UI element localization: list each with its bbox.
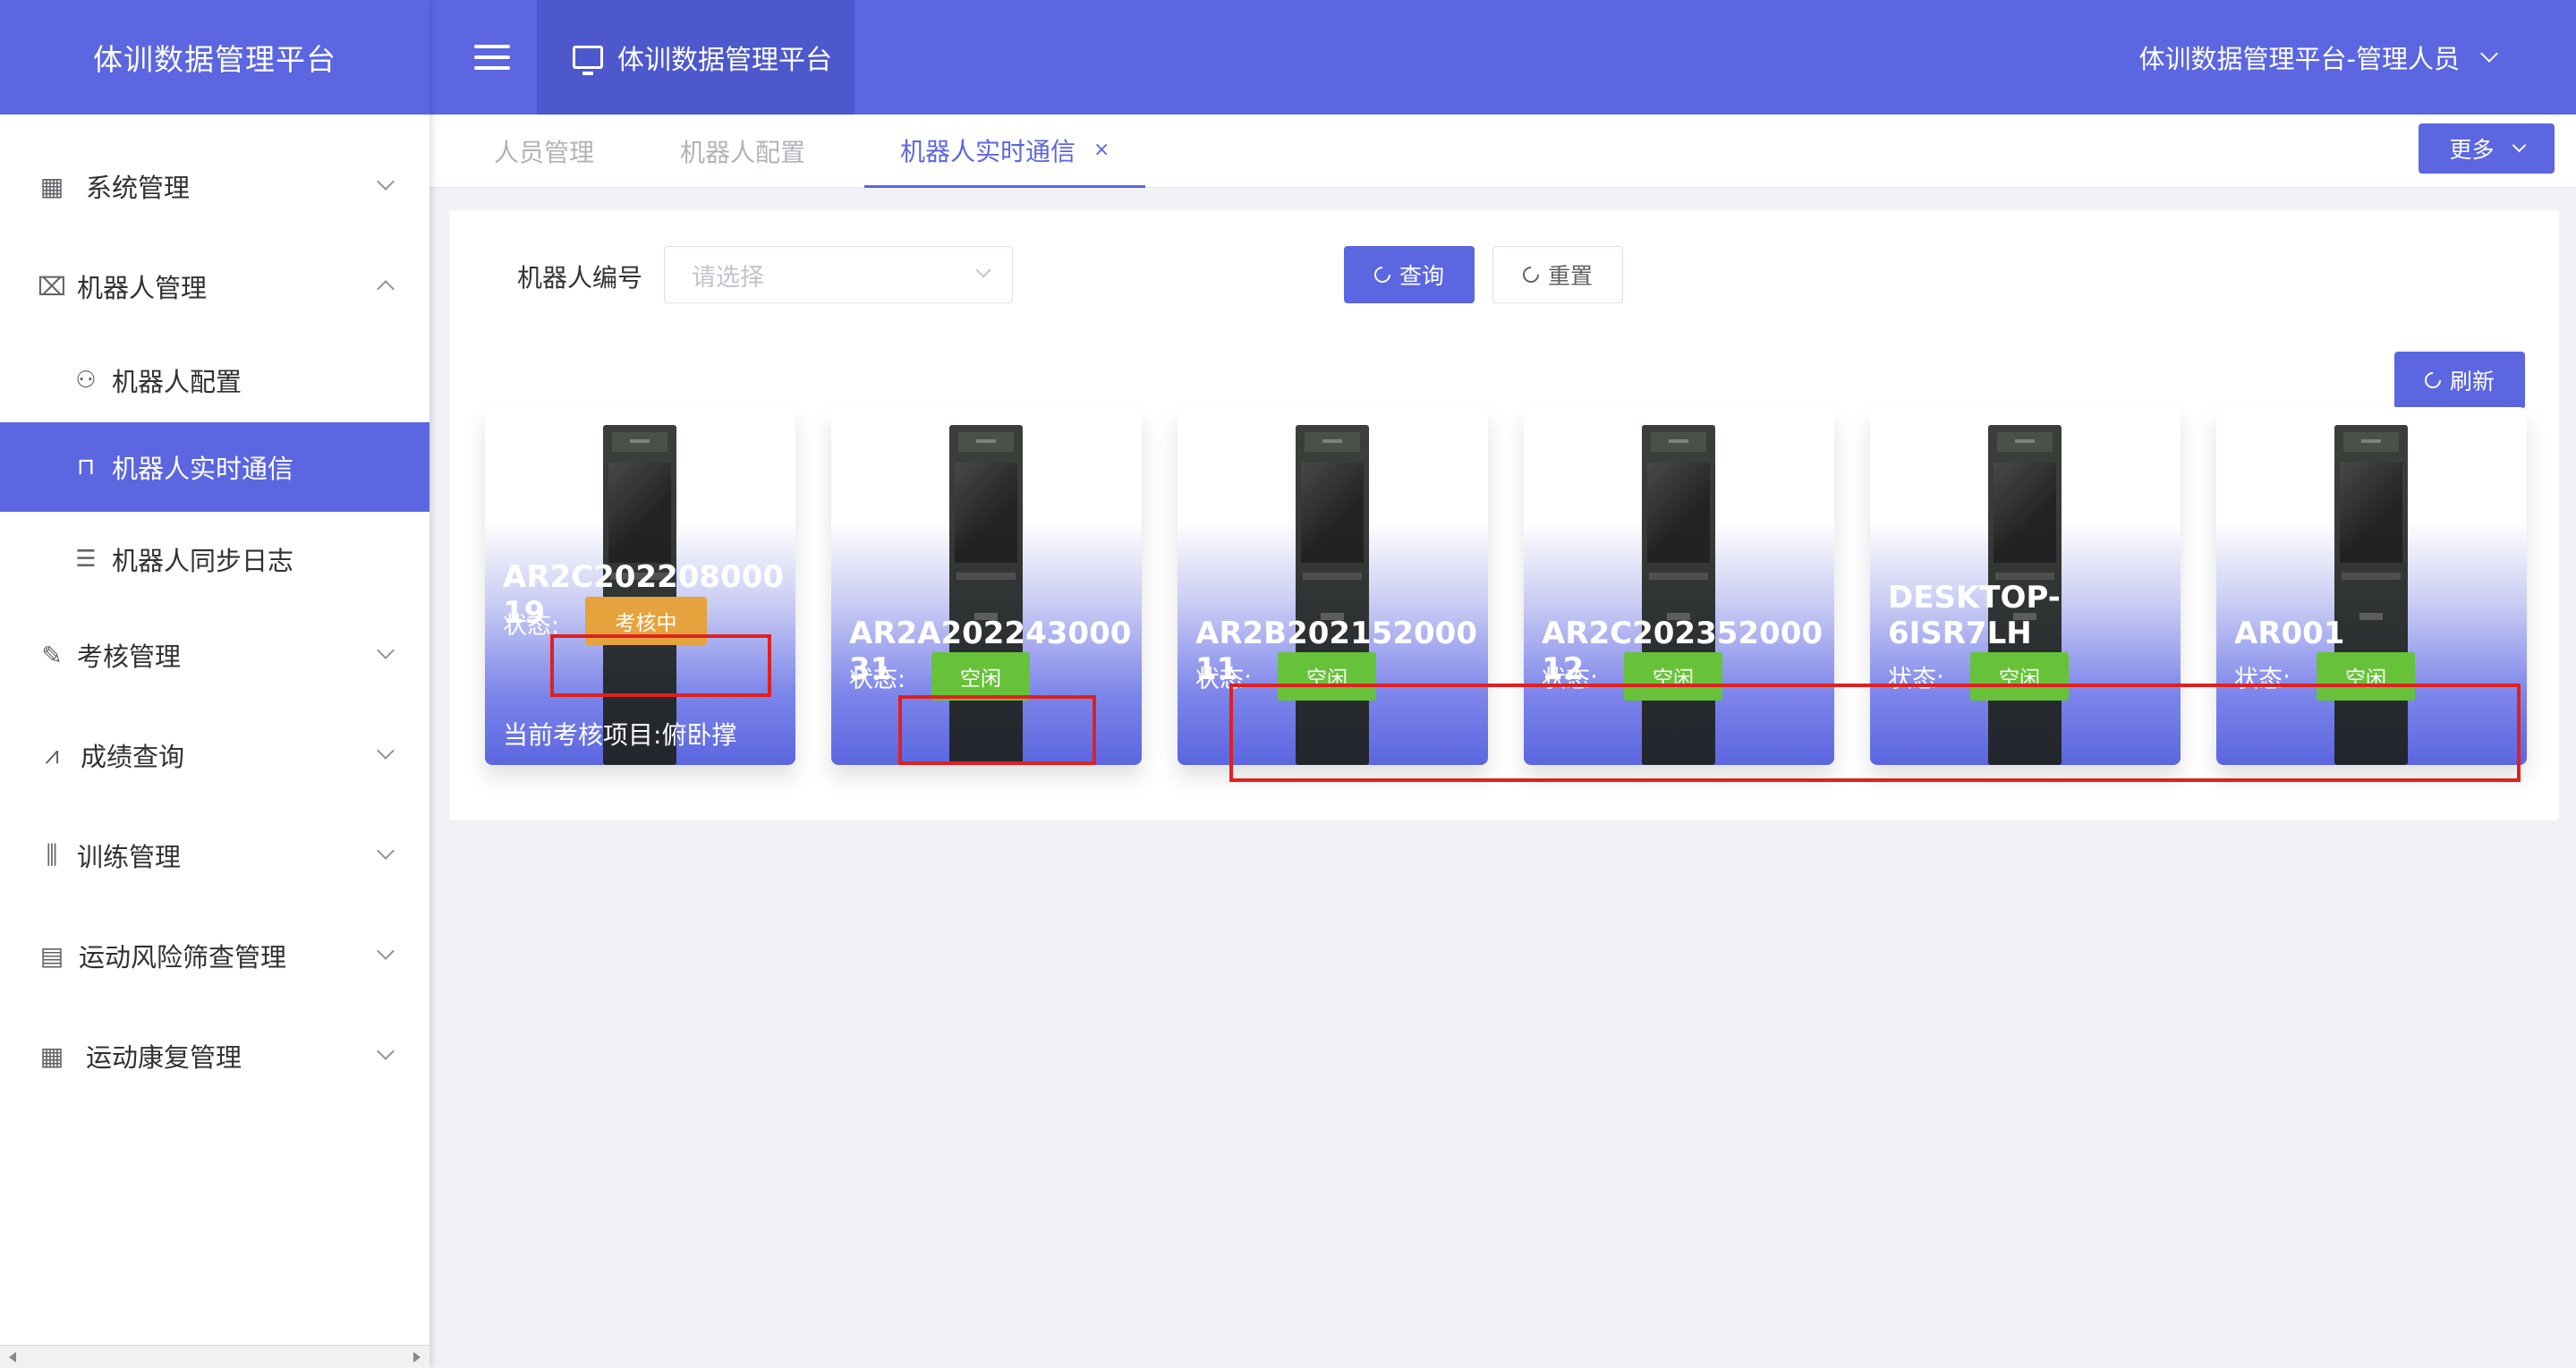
sidebar-item-label: 训练管理 — [77, 842, 182, 872]
tab-label: 机器人配置 — [680, 138, 806, 167]
annotation-box — [898, 695, 1096, 765]
robot-id-label: 机器人编号 — [517, 263, 643, 293]
tab-label: 机器人实时通信 — [900, 136, 1076, 166]
menu-toggle-icon[interactable] — [474, 45, 510, 72]
refresh-button[interactable]: 刷新 — [2394, 352, 2525, 409]
sidebar-item-robot-config[interactable]: ⚇ 机器人配置 — [0, 336, 429, 425]
tab-label: 人员管理 — [494, 138, 595, 167]
sidebar-item-robot-realtime[interactable]: ⊓ 机器人实时通信 — [0, 422, 429, 512]
user-menu[interactable]: 体训数据管理平台-管理人员 — [2138, 0, 2498, 115]
current-assessment: 当前考核项目:俯卧撑 — [503, 716, 736, 752]
sidebar-item-label: 机器人管理 — [77, 273, 208, 303]
chevron-down-icon — [2480, 45, 2498, 63]
header-platform-tab[interactable]: 体训数据管理平台 — [537, 0, 854, 115]
horizontal-scrollbar[interactable] — [0, 1345, 429, 1368]
chevron-down-icon — [2512, 138, 2526, 152]
user-label: 体训数据管理平台-管理人员 — [2138, 44, 2460, 74]
refresh-label: 刷新 — [2449, 369, 2495, 395]
reset-label: 重置 — [1547, 263, 1593, 289]
chevron-up-icon — [377, 280, 395, 298]
robot-card[interactable]: AR2C20220800019 状态: 考核中 当前考核项目:俯卧撑 — [485, 407, 795, 765]
sidebar-item-assessment[interactable]: ✎ 考核管理 — [0, 610, 429, 700]
sidebar-item-label: 成绩查询 — [81, 742, 185, 772]
query-label: 查询 — [1399, 263, 1444, 289]
chevron-down-icon — [377, 842, 395, 860]
reset-button[interactable]: 重置 — [1492, 246, 1623, 303]
doc-icon: ▤ — [39, 940, 64, 971]
sidebar-item-label: 考核管理 — [77, 642, 182, 672]
list-icon: ☰ — [75, 546, 97, 573]
refresh-icon — [1519, 263, 1543, 286]
annotation-box — [1229, 684, 2521, 782]
close-icon[interactable]: × — [1093, 139, 1109, 161]
sidebar-item-risk-screening[interactable]: ▤ 运动风险筛查管理 — [0, 911, 429, 1000]
edit-icon: ✎ — [41, 640, 63, 670]
monitor-chart-icon: ⌧ — [37, 271, 67, 302]
sidebar-item-label: 系统管理 — [86, 173, 191, 203]
refresh-icon — [1371, 263, 1394, 286]
more-button[interactable]: 更多 — [2419, 123, 2555, 174]
chevron-down-icon — [377, 1042, 395, 1060]
sidebar-item-label: 运动风险筛查管理 — [79, 942, 287, 973]
robot-id-select[interactable]: 请选择 — [664, 246, 1013, 303]
robot-id: AR001 — [2234, 616, 2345, 651]
sliders-icon: ⫼ — [46, 840, 58, 870]
current-assessment-label: 当前考核项目: — [503, 720, 662, 750]
tab-robot-realtime[interactable]: 机器人实时通信 × — [864, 115, 1146, 188]
chevron-down-icon — [377, 742, 395, 760]
more-label: 更多 — [2449, 137, 2495, 163]
grid-icon: ▦ — [39, 171, 64, 201]
tabs-bar: 人员管理 机器人配置 机器人实时通信 × 更多 — [429, 115, 2576, 188]
sidebar: 体训数据管理平台 ▦ 系统管理 ⌧ 机器人管理 ⚇ 机器人配置 ⊓ 机器人实时通… — [0, 0, 429, 1368]
status-badge: 空闲 — [931, 652, 1030, 701]
chevron-down-icon — [975, 262, 991, 278]
status-label: 状态: — [849, 666, 906, 693]
sidebar-item-label: 机器人配置 — [112, 367, 242, 397]
sidebar-item-label: 运动康复管理 — [86, 1042, 242, 1073]
sidebar-item-robot-sync-log[interactable]: ☰ 机器人同步日志 — [0, 514, 429, 604]
sidebar-item-rehab[interactable]: ▦ 运动康复管理 — [0, 1011, 429, 1100]
bag-icon: ⊓ — [76, 454, 96, 480]
header-tab-label: 体训数据管理平台 — [617, 45, 832, 76]
chart-line-icon: ⩘ — [45, 740, 59, 769]
tab-robot-config[interactable]: 机器人配置 — [680, 115, 805, 188]
app-logo-title: 体训数据管理平台 — [0, 0, 429, 115]
current-assessment-value: 俯卧撑 — [661, 720, 737, 750]
sidebar-item-robot-management[interactable]: ⌧ 机器人管理 — [0, 242, 429, 331]
robot-id: DESKTOP-6ISR7LH — [1888, 580, 2061, 651]
sidebar-item-training[interactable]: ⫼ 训练管理 — [0, 811, 429, 900]
sidebar-item-score-query[interactable]: ⩘ 成绩查询 — [0, 710, 429, 800]
sidebar-item-label: 机器人实时通信 — [112, 454, 294, 484]
select-placeholder: 请选择 — [692, 263, 764, 292]
monitor-icon — [573, 46, 603, 75]
grid-icon: ▦ — [39, 1041, 64, 1071]
tab-personnel[interactable]: 人员管理 — [494, 115, 594, 188]
query-button[interactable]: 查询 — [1344, 246, 1475, 303]
chevron-down-icon — [377, 942, 395, 960]
tree-icon: ⚇ — [75, 367, 97, 394]
annotation-box — [550, 634, 771, 697]
scroll-right-icon[interactable] — [413, 1352, 421, 1363]
chevron-down-icon — [377, 642, 395, 659]
chevron-down-icon — [377, 173, 395, 191]
sidebar-item-label: 机器人同步日志 — [112, 546, 294, 576]
scroll-left-icon[interactable] — [9, 1352, 16, 1363]
top-header: 体训数据管理平台 体训数据管理平台-管理人员 — [429, 0, 2576, 115]
refresh-icon — [2421, 369, 2444, 392]
sidebar-item-system[interactable]: ▦ 系统管理 — [0, 141, 429, 231]
